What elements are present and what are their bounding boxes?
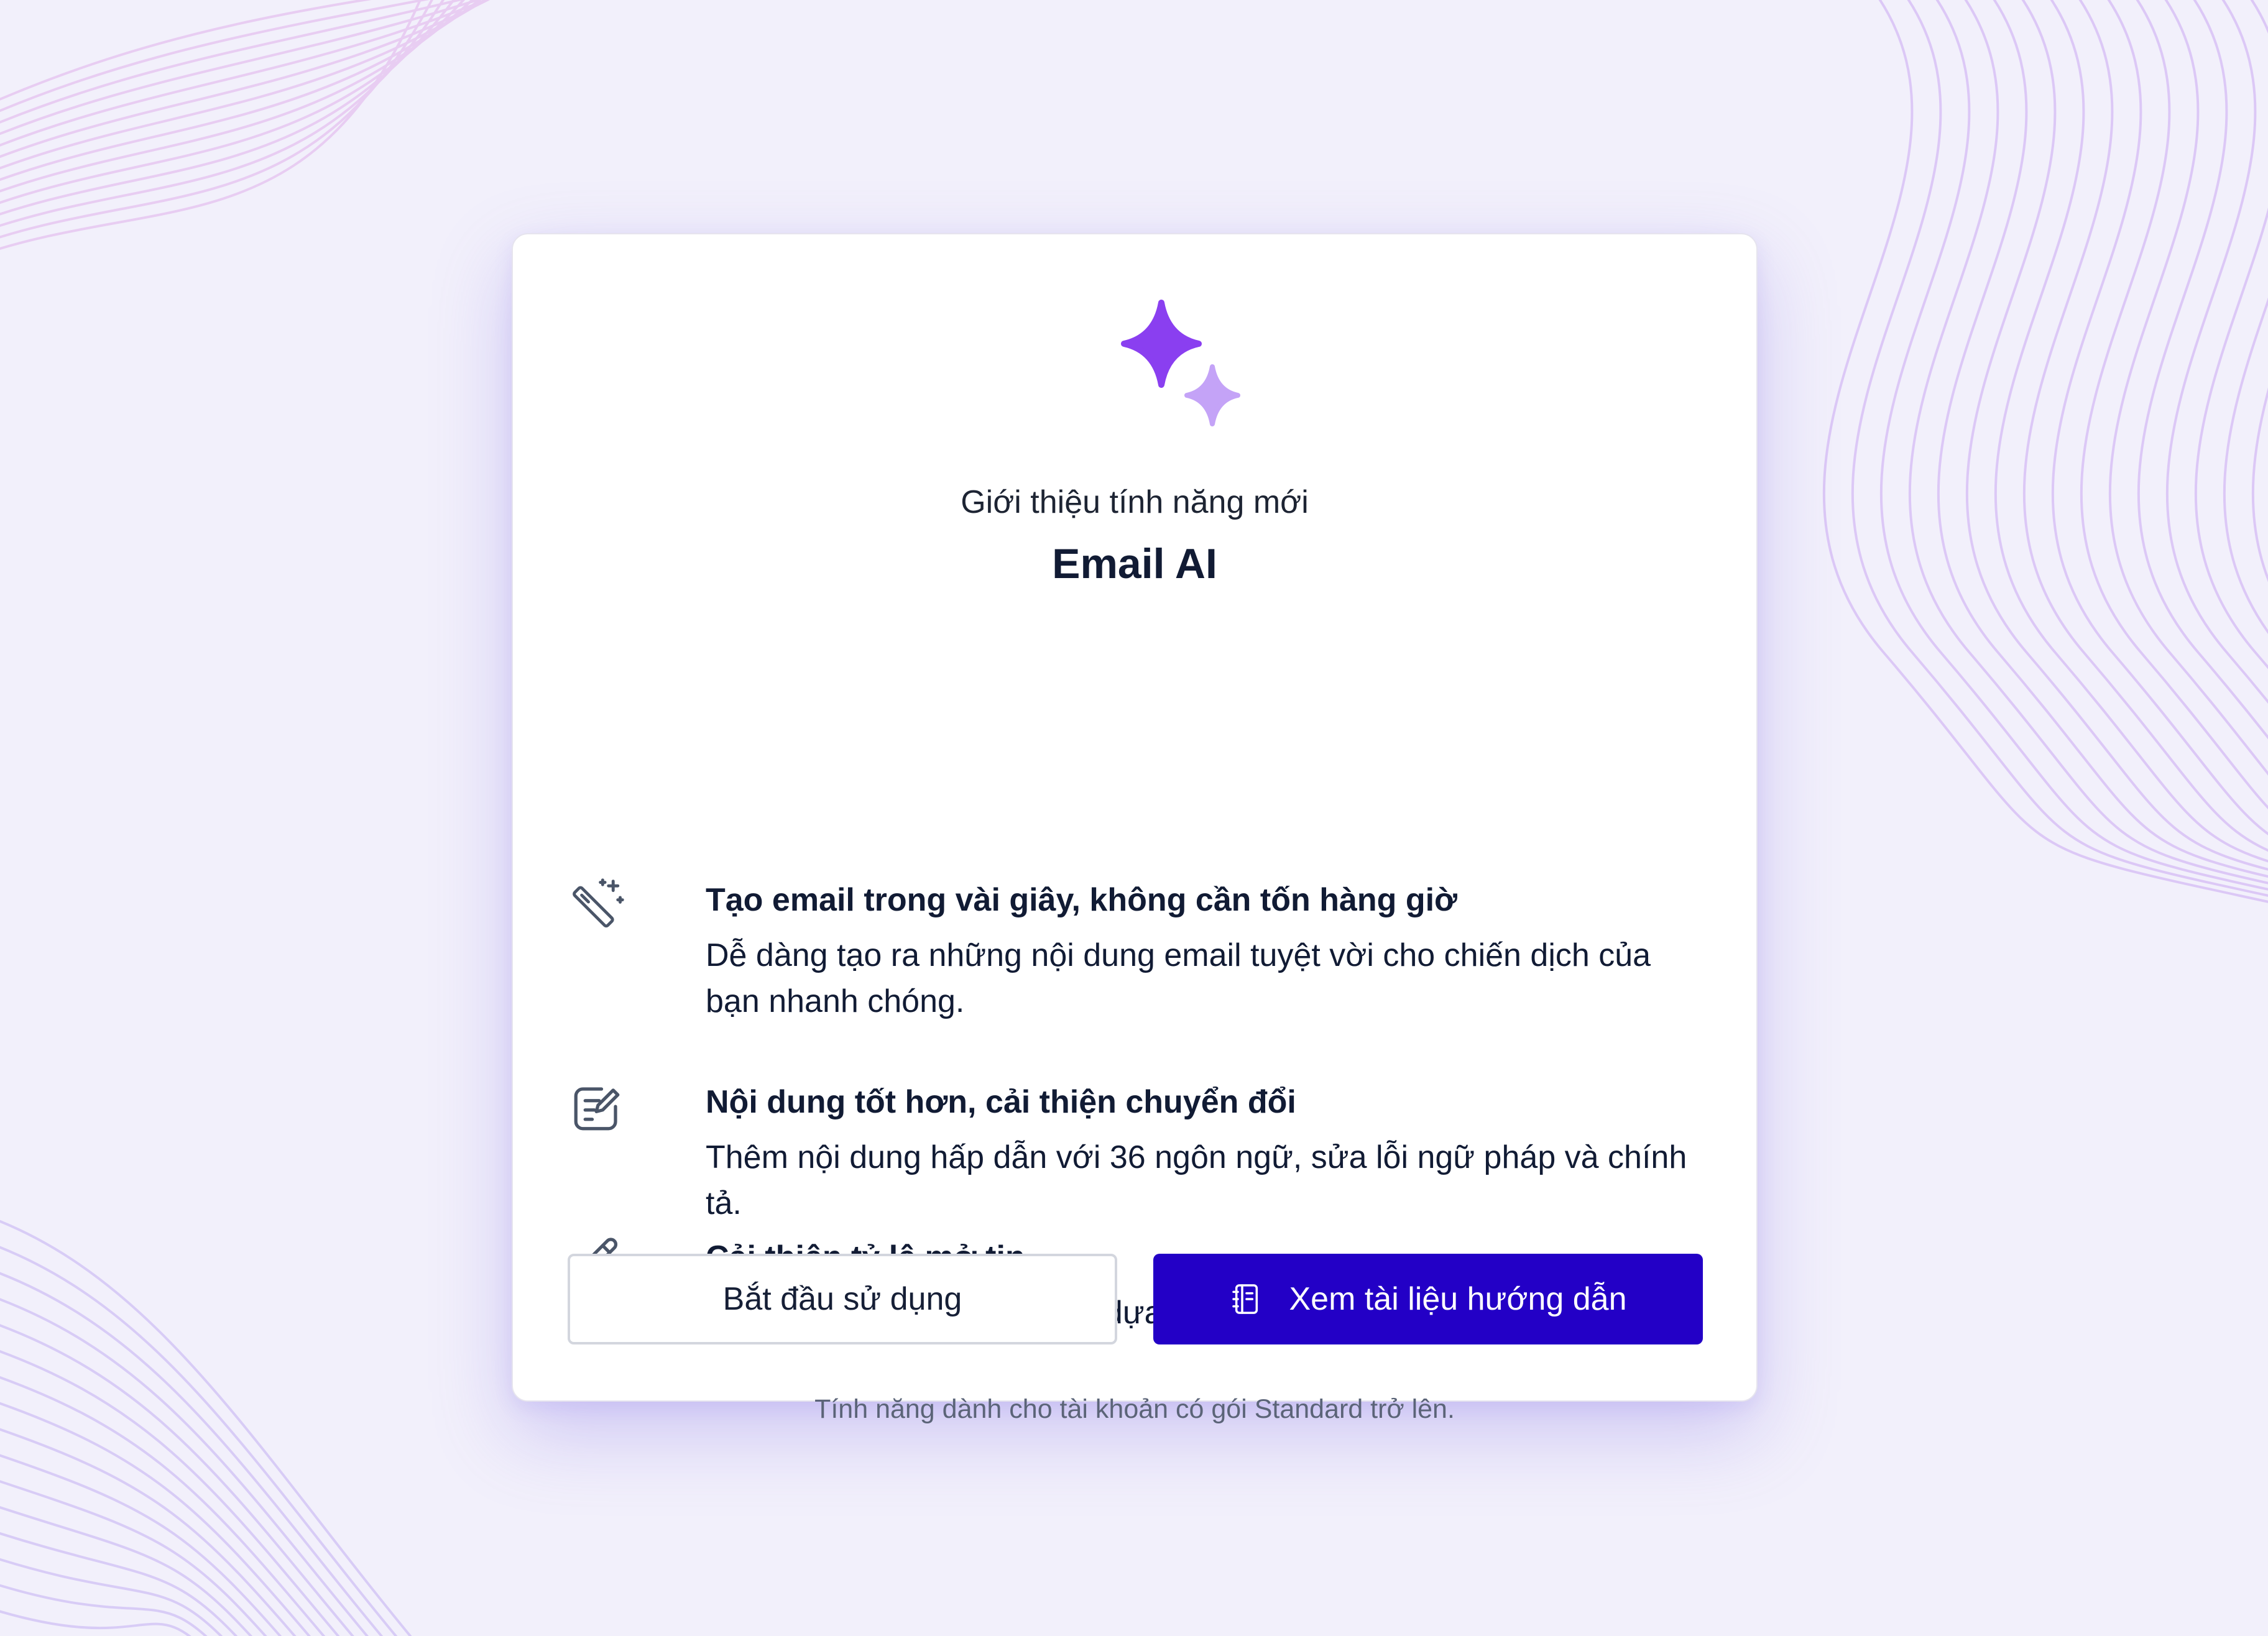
intro-eyebrow: Giới thiệu tính năng mới (961, 484, 1309, 520)
wave-line (0, 0, 445, 227)
plan-requirement-note: Tính năng dành cho tài khoản có gói Stan… (814, 1394, 1455, 1424)
notebook-icon (1232, 1284, 1258, 1314)
view-docs-label: Xem tài liệu hướng dẫn (1289, 1281, 1627, 1317)
wave-line (1908, 0, 2268, 885)
feature-intro-modal: Giới thiệu tính năng mới Email AI Tạo em… (512, 233, 1758, 1424)
wave-line (0, 0, 464, 124)
feature-description: Thêm nội dung hấp dẫn với 36 ngôn ngữ, s… (706, 1139, 1687, 1221)
view-docs-button[interactable]: Xem tài liệu hướng dẫn (1153, 1254, 1703, 1344)
wave-line (0, 1376, 326, 1636)
wave-line (0, 1506, 253, 1636)
wave-line (0, 1428, 297, 1636)
wave-line (1965, 0, 2268, 871)
wave-line (0, 1220, 412, 1636)
page-background: Giới thiệu tính năng mới Email AI Tạo em… (0, 0, 2268, 1636)
wave-line (1851, 0, 2268, 897)
sparkle-icon (1121, 300, 1240, 426)
magic-wand-icon (573, 878, 624, 928)
modal-title: Email AI (1052, 540, 1217, 587)
wave-line (0, 1350, 340, 1636)
wave-line (1937, 0, 2268, 878)
wave-line (2080, 0, 2268, 810)
wave-line (2223, 297, 2268, 634)
wave-line (0, 0, 491, 159)
feature-title: Nội dung tốt hơn, cải thiện chuyển đổi (706, 1084, 1296, 1120)
wave-line (2194, 0, 2268, 669)
wave-line (0, 1454, 282, 1636)
wave-line (2137, 0, 2268, 740)
wave-line (2165, 0, 2268, 704)
wave-line (0, 1272, 384, 1636)
start-using-button[interactable]: Bắt đầu sử dụng (568, 1254, 1117, 1344)
wave-line (2022, 0, 2268, 852)
feature-description: Dễ dàng tạo ra những nội dung email tuyệ… (706, 937, 1651, 1019)
edit-document-icon (574, 1087, 620, 1131)
start-using-label: Bắt đầu sử dụng (722, 1281, 962, 1317)
wave-line (0, 1532, 238, 1636)
wave-line (2108, 0, 2268, 776)
wave-line (1822, 0, 2268, 903)
feature-title: Tạo email trong vài giây, không cần tốn … (706, 882, 1458, 918)
wave-line (0, 0, 422, 250)
